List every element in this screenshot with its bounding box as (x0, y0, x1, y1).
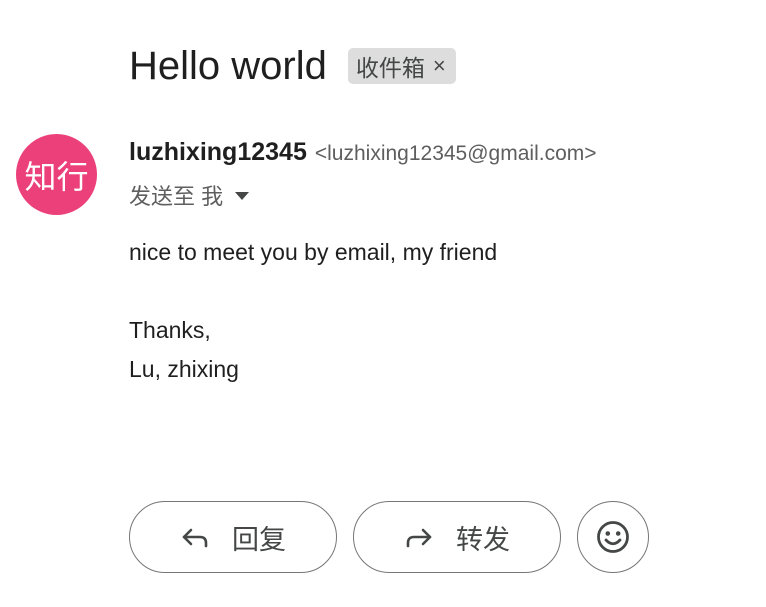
label-chip-text: 收件箱 (355, 55, 425, 81)
email-subject: Hello world (129, 44, 327, 88)
reply-button[interactable]: 回复 (129, 501, 337, 573)
action-bar: 回复 转发 (129, 501, 649, 573)
body-line: Thanks, (129, 317, 211, 343)
label-remove-icon[interactable]: × (433, 53, 446, 79)
sender-email: <luzhixing12345@gmail.com> (314, 142, 597, 165)
recipients-summary: 发送至 我 (129, 184, 224, 209)
reply-icon (182, 528, 208, 548)
email-view: Hello world 收件箱 × 知行 luzhixing12345 <luz… (0, 0, 766, 607)
chevron-down-icon[interactable] (235, 192, 250, 200)
body-blank-line (129, 272, 497, 311)
sender-avatar[interactable]: 知行 (16, 134, 97, 215)
emoji-reaction-button[interactable] (577, 501, 649, 573)
sender-row: luzhixing12345 <luzhixing12345@gmail.com… (129, 138, 597, 167)
forward-button[interactable]: 转发 (353, 501, 561, 573)
sender-name[interactable]: luzhixing12345 (129, 138, 307, 167)
reply-label: 回复 (232, 524, 286, 555)
emoji-smile-icon (597, 521, 629, 553)
label-chip-inbox[interactable]: 收件箱 × (347, 48, 456, 84)
recipients-toggle[interactable]: 发送至 我 (129, 179, 250, 211)
body-line: Lu, zhixing (129, 356, 239, 382)
forward-label: 转发 (456, 524, 510, 555)
body-line: nice to meet you by email, my friend (129, 239, 498, 265)
email-body: nice to meet you by email, my friend Tha… (129, 233, 497, 389)
forward-icon (406, 528, 432, 548)
subject-row: Hello world 收件箱 × (129, 40, 456, 92)
